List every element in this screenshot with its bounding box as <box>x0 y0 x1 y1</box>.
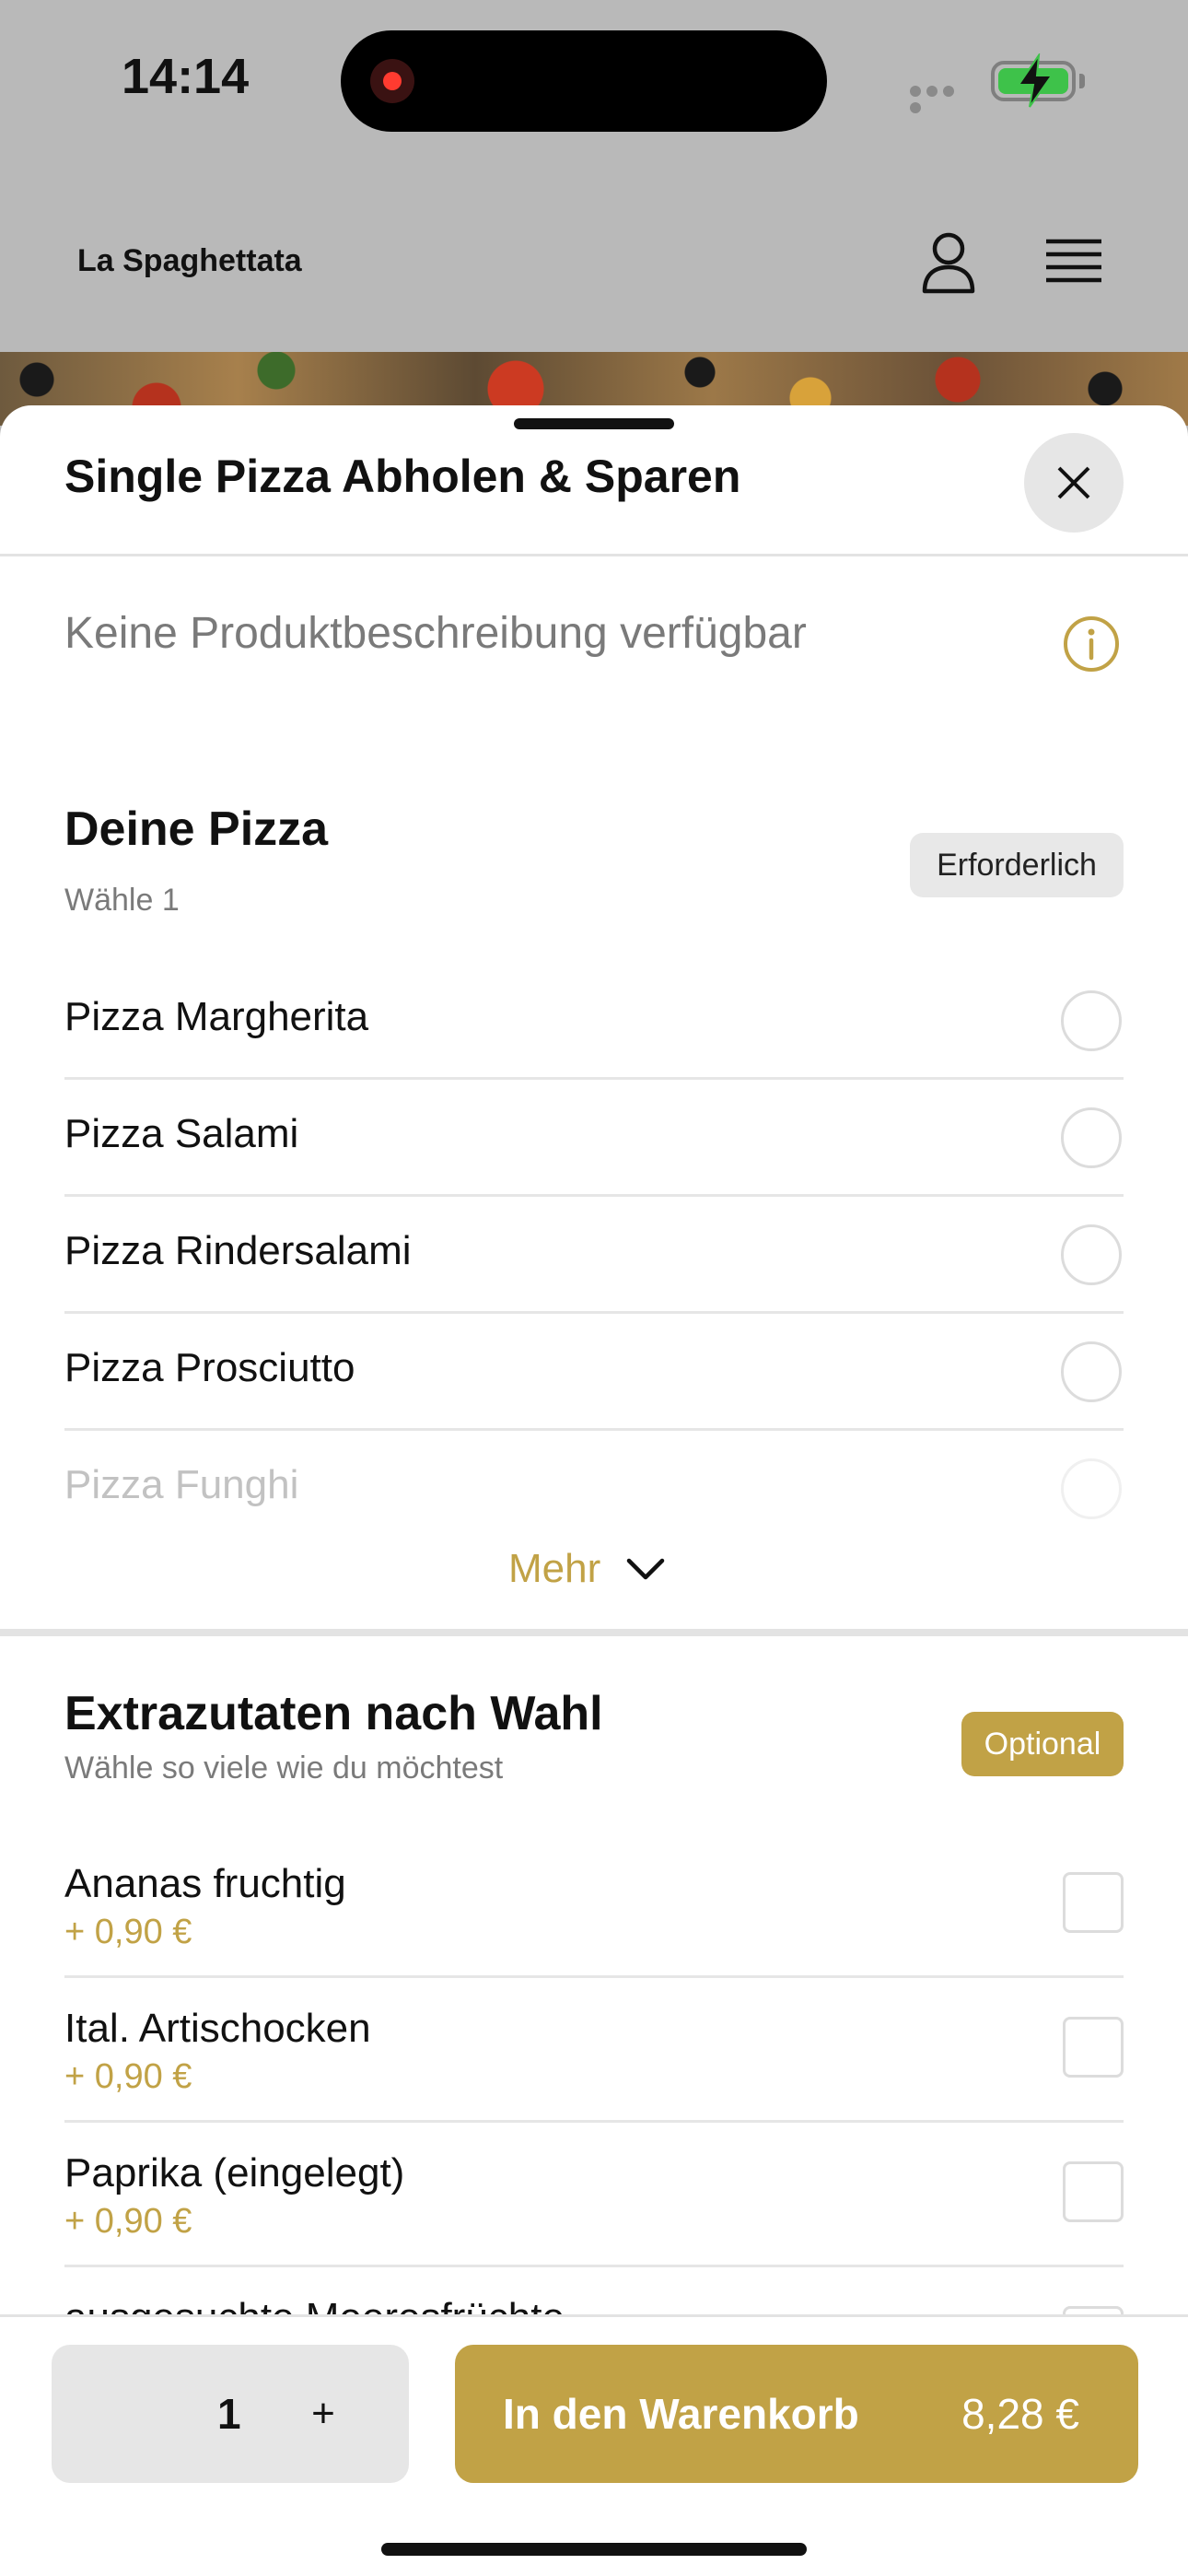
extras-section-title: Extrazutaten nach Wahl <box>64 1687 603 1740</box>
hamburger-menu-icon[interactable] <box>1037 225 1111 299</box>
extras-section-subtitle: Wähle so viele wie du möchtest <box>64 1751 504 1786</box>
extra-option[interactable]: Ital. Artischocken + 0,90 € <box>64 1978 1124 2123</box>
checkbox[interactable] <box>1063 2017 1124 2078</box>
product-sheet: Single Pizza Abholen & Sparen Keine Prod… <box>0 405 1188 2576</box>
radio-button[interactable] <box>1061 1107 1122 1168</box>
extra-option-label: Ital. Artischocken <box>64 2006 371 2051</box>
show-more-label: Mehr <box>508 1546 601 1591</box>
extra-option-label: Ananas fruchtig <box>64 1861 346 1906</box>
chevron-down-icon <box>626 1558 664 1580</box>
show-more-button[interactable]: Mehr <box>508 1546 666 1601</box>
pizza-option-label: Pizza Salami <box>64 1111 299 1156</box>
checkbox[interactable] <box>1063 1872 1124 1933</box>
sheet-title: Single Pizza Abholen & Sparen <box>64 451 741 502</box>
cart-total-price: 8,28 € <box>961 2390 1079 2438</box>
product-description: Keine Produktbeschreibung verfügbar <box>64 609 807 658</box>
radio-button[interactable] <box>1061 1224 1122 1285</box>
extra-option-price: + 0,90 € <box>64 2202 192 2241</box>
status-time: 14:14 <box>122 49 250 104</box>
pizza-section-subtitle: Wähle 1 <box>64 883 180 918</box>
action-bar: 1 + In den Warenkorb 8,28 € <box>0 2314 1188 2576</box>
battery-cap <box>1079 74 1085 88</box>
dynamic-island <box>341 30 827 132</box>
home-indicator <box>381 2543 807 2556</box>
screen-recording-icon <box>370 59 414 103</box>
info-icon[interactable] <box>1063 615 1120 673</box>
status-bar: 14:14 <box>0 0 1188 166</box>
extra-option-price: + 0,90 € <box>64 1913 192 1951</box>
pizza-option-label: Pizza Funghi <box>64 1462 299 1507</box>
checkbox[interactable] <box>1063 2161 1124 2222</box>
pizza-option-label: Pizza Prosciutto <box>64 1345 355 1390</box>
extra-option[interactable]: Paprika (eingelegt) + 0,90 € <box>64 2123 1124 2267</box>
extra-option-price: + 0,90 € <box>64 2057 192 2096</box>
optional-badge: Optional <box>961 1712 1124 1776</box>
increase-quantity-button[interactable]: + <box>282 2372 365 2455</box>
quantity-value: 1 <box>217 2390 241 2438</box>
section-separator <box>0 1629 1188 1636</box>
app-header: La Spaghettata <box>0 166 1188 352</box>
pizza-option[interactable]: Pizza Margherita <box>64 963 1124 1080</box>
person-icon[interactable] <box>912 225 985 299</box>
pizza-option-label: Pizza Rindersalami <box>64 1228 412 1273</box>
cellular-signal-icon <box>910 85 974 113</box>
radio-button[interactable] <box>1061 990 1122 1051</box>
sheet-grabber[interactable] <box>514 418 674 429</box>
radio-button[interactable] <box>1061 1341 1122 1402</box>
pizza-option[interactable]: Pizza Funghi <box>64 1431 1124 1548</box>
quantity-stepper[interactable]: 1 + <box>52 2345 409 2483</box>
sheet-divider <box>0 554 1188 556</box>
close-icon <box>1057 466 1090 499</box>
add-to-cart-button[interactable]: In den Warenkorb 8,28 € <box>455 2345 1138 2483</box>
extra-option-label: Paprika (eingelegt) <box>64 2150 405 2195</box>
extra-option[interactable]: Ananas fruchtig + 0,90 € <box>64 1833 1124 1978</box>
pizza-option-label: Pizza Margherita <box>64 994 369 1039</box>
charging-bolt-icon <box>1017 53 1054 108</box>
pizza-option[interactable]: Pizza Rindersalami <box>64 1197 1124 1314</box>
radio-button[interactable] <box>1061 1458 1122 1519</box>
pizza-section-title: Deine Pizza <box>64 802 329 856</box>
pizza-option[interactable]: Pizza Prosciutto <box>64 1314 1124 1431</box>
add-to-cart-label: In den Warenkorb <box>503 2390 859 2438</box>
close-button[interactable] <box>1024 433 1124 533</box>
pizza-option[interactable]: Pizza Salami <box>64 1080 1124 1197</box>
required-badge: Erforderlich <box>910 833 1124 897</box>
restaurant-name: La Spaghettata <box>77 243 302 278</box>
